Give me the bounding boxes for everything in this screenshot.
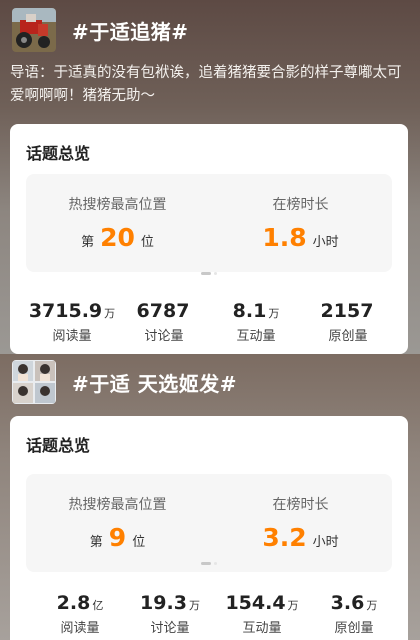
duration-unit: 小时	[312, 535, 339, 550]
stat-label: 阅读量	[60, 621, 100, 636]
stat-unit: 万	[268, 307, 280, 320]
stat-label: 原创量	[334, 621, 374, 636]
rank-value: 20	[100, 223, 135, 252]
carousel-dots	[10, 562, 408, 565]
stat-value: 6787	[136, 300, 190, 322]
carousel-dots	[10, 272, 408, 275]
stat-originals: 3.6 万 原创量	[304, 592, 404, 636]
carousel-dot-active	[201, 272, 211, 275]
topic-thumbnail-portraits-icon[interactable]	[12, 360, 56, 404]
rank-cell: 热搜榜最高位置 第 20 位	[26, 174, 209, 272]
stat-label: 讨论量	[144, 329, 184, 344]
stat-unit: 万	[188, 599, 200, 612]
stat-discussions: 6787 讨论量	[114, 300, 214, 344]
duration-unit: 小时	[312, 235, 339, 250]
stat-value: 154.4	[225, 592, 286, 614]
topic-overview-card: 话题总览 热搜榜最高位置 第 20 位 在榜时长 1.8 小时 3715.9 万…	[10, 124, 408, 354]
rank-suffix: 位	[132, 535, 146, 550]
duration-value: 1.8	[262, 223, 307, 252]
stat-value: 3.6	[330, 592, 365, 614]
carousel-dot	[214, 272, 217, 275]
stat-label: 阅读量	[52, 329, 92, 344]
topic-overview-card: 话题总览 热搜榜最高位置 第 9 位 在榜时长 3.2 小时 2.8 亿 阅读量…	[10, 416, 408, 640]
ranking-panel: 热搜榜最高位置 第 9 位 在榜时长 3.2 小时	[26, 474, 392, 572]
ranking-panel: 热搜榜最高位置 第 20 位 在榜时长 1.8 小时	[26, 174, 392, 272]
stat-value: 2157	[320, 300, 374, 322]
duration-value: 3.2	[262, 523, 307, 552]
duration-label: 在榜时长	[272, 197, 329, 213]
rank-cell: 热搜榜最高位置 第 9 位	[26, 474, 209, 572]
rank-prefix: 第	[89, 535, 103, 550]
stat-unit: 万	[287, 599, 299, 612]
topic-thumbnail-tractor-icon[interactable]	[12, 8, 56, 52]
stat-interactions: 8.1 万 互动量	[206, 300, 306, 344]
stat-label: 互动量	[236, 329, 276, 344]
stat-reads: 2.8 亿 阅读量	[30, 592, 130, 636]
duration-value-row: 3.2 小时	[209, 524, 392, 552]
card-title: 话题总览	[26, 144, 91, 163]
stat-value: 19.3	[140, 592, 187, 614]
stat-value: 2.8	[56, 592, 91, 614]
rank-label: 热搜榜最高位置	[68, 497, 167, 513]
stat-discussions: 19.3 万 讨论量	[120, 592, 220, 636]
topic-hashtag[interactable]: #于适追猪#	[72, 16, 189, 45]
topic-intro: 导语：于适真的没有包袱诶，追着猪猪要合影的样子尊嘟太可爱啊啊啊！猪猪无助～	[10, 65, 402, 104]
carousel-dot	[214, 562, 217, 565]
rank-label: 热搜榜最高位置	[68, 197, 167, 213]
duration-label: 在榜时长	[272, 497, 329, 513]
rank-value-row: 第 20 位	[26, 224, 209, 252]
carousel-dot-active	[201, 562, 211, 565]
stat-reads: 3715.9 万 阅读量	[22, 300, 122, 344]
stat-unit: 亿	[92, 599, 104, 612]
stat-label: 互动量	[242, 621, 282, 636]
duration-cell: 在榜时长 3.2 小时	[209, 474, 392, 572]
stat-interactions: 154.4 万 互动量	[212, 592, 312, 636]
duration-value-row: 1.8 小时	[209, 224, 392, 252]
card-title: 话题总览	[26, 436, 91, 455]
stat-unit: 万	[366, 599, 378, 612]
topic-section-2: #于适 天选姬发# 话题总览 热搜榜最高位置 第 9 位 在榜时长 3.2 小时	[0, 354, 420, 640]
stat-value: 8.1	[232, 300, 267, 322]
topic-header[interactable]: #于适追猪#	[12, 8, 189, 52]
stat-value: 3715.9	[28, 300, 103, 322]
stat-originals: 2157 原创量	[298, 300, 398, 344]
topic-header[interactable]: #于适 天选姬发#	[12, 360, 237, 404]
rank-suffix: 位	[140, 235, 154, 250]
rank-prefix: 第	[81, 235, 95, 250]
topic-section-1: #于适追猪# 导语：于适真的没有包袱诶，追着猪猪要合影的样子尊嘟太可爱啊啊啊！猪…	[0, 0, 420, 354]
topic-hashtag[interactable]: #于适 天选姬发#	[72, 368, 237, 397]
stat-label: 原创量	[328, 329, 368, 344]
rank-value: 9	[108, 523, 127, 552]
duration-cell: 在榜时长 1.8 小时	[209, 174, 392, 272]
stat-label: 讨论量	[150, 621, 190, 636]
rank-value-row: 第 9 位	[26, 524, 209, 552]
